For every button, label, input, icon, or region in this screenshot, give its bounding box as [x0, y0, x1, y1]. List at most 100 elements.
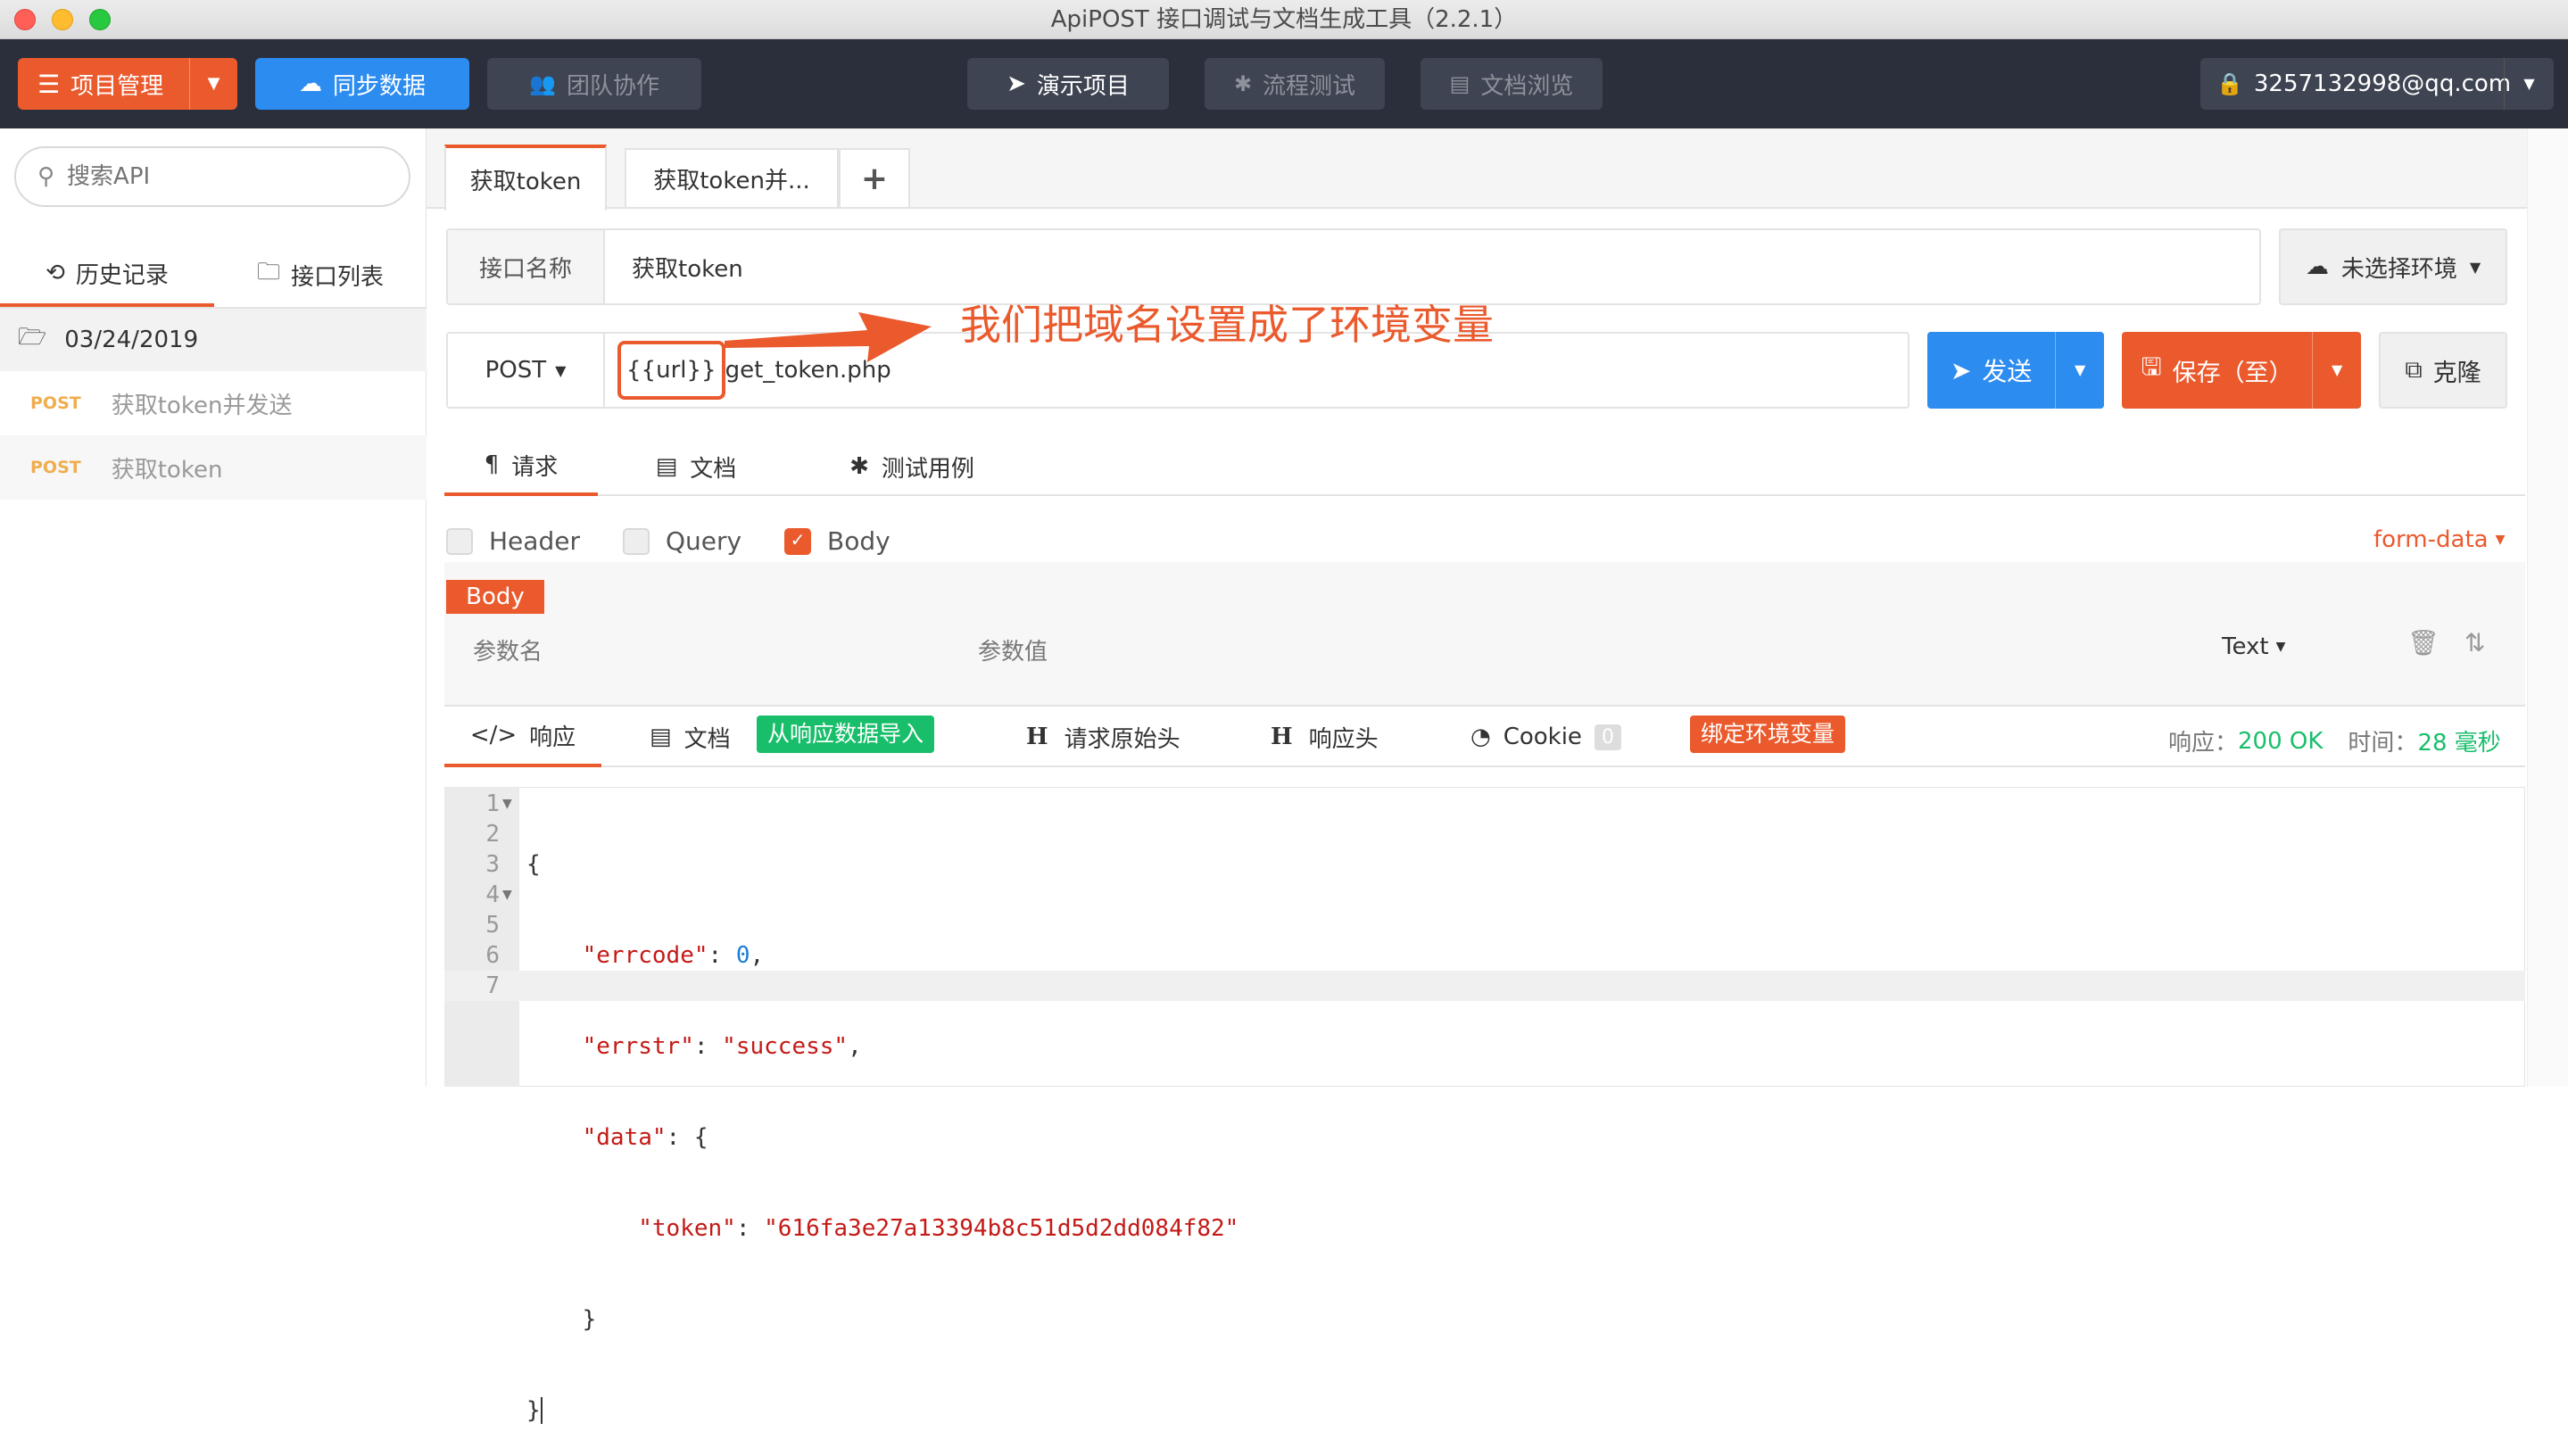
status-value: 200 OK [2238, 727, 2324, 755]
document-icon: ▤ [1449, 71, 1470, 96]
scrollbar[interactable] [2527, 128, 2568, 1087]
header-label: Header [489, 526, 580, 556]
code-line: } [526, 1304, 1238, 1335]
tab-test-cases-label: 测试用例 [881, 455, 974, 483]
form-type-select[interactable]: form-data ▼ [2373, 526, 2505, 553]
tab-api-list-label: 接口列表 [291, 263, 385, 291]
tab-doc[interactable]: ▤ 文档 [625, 437, 767, 496]
tab-response-doc[interactable]: ▤ 文档 [650, 707, 731, 767]
bind-env-variable-button[interactable]: 绑定环境变量 [1690, 716, 1846, 753]
tab-response[interactable]: </> 响应 [444, 707, 601, 767]
trash-icon[interactable]: 🗑 [2407, 628, 2440, 658]
tab-get-token[interactable]: 获取token [444, 145, 607, 211]
time-label: 时间： [2348, 730, 2418, 757]
demo-project-label: 演示项目 [1036, 72, 1130, 100]
tab-request[interactable]: ¶ 请求 [444, 437, 598, 496]
tab-test-cases[interactable]: ✱ 测试用例 [814, 437, 1010, 496]
api-name-input[interactable] [630, 252, 2150, 281]
search-box[interactable]: ⚲ [14, 146, 410, 207]
import-from-response-button[interactable]: 从响应数据导入 [757, 716, 935, 753]
api-name: 获取token并发送 [111, 392, 293, 419]
body-checkbox[interactable]: ✓ [784, 527, 812, 555]
top-navbar: ☰ 项目管理 ▼ ☁ 同步数据 👥 团队协作 ➤ 演示项目 ✱ 流程测试 ▤ 文… [0, 39, 2568, 128]
query-checkbox[interactable] [622, 527, 650, 555]
date-group[interactable]: 🗁 03/24/2019 [0, 309, 427, 371]
caret-down-icon[interactable]: ▼ [2504, 58, 2554, 110]
method-badge: POST [30, 393, 81, 413]
search-input[interactable] [65, 162, 391, 191]
line-numbers: 1 2 3 4 5 6 7 [444, 789, 500, 1001]
caret-down-icon[interactable]: ▼ [2312, 332, 2361, 409]
value-type-label: Text [2222, 633, 2269, 660]
line-number: 3 [485, 851, 500, 878]
json-string: "success" [722, 1033, 849, 1060]
method-select[interactable]: POST ▼ [448, 334, 605, 407]
send-button[interactable]: ➤ 发送 ▼ [1927, 332, 2104, 409]
sync-data-label: 同步数据 [332, 72, 426, 100]
tab-response-header[interactable]: H 响应头 [1271, 707, 1379, 767]
users-icon: 👥 [529, 71, 556, 96]
code-line: } [526, 1395, 1238, 1426]
caret-down-icon[interactable]: ▼ [2055, 332, 2104, 409]
tab-response-label: 响应 [529, 724, 576, 751]
tab-response-header-label: 响应头 [1308, 725, 1379, 753]
send-icon: ➤ [1006, 70, 1026, 97]
tab-history-label: 历史记录 [75, 261, 169, 289]
lock-icon: 🔒 [2216, 71, 2243, 96]
code-line: "errcode": 0, [582, 942, 765, 969]
team-collab-button[interactable]: 👥 团队协作 [487, 58, 701, 110]
tab-raw-request-header[interactable]: H 请求原始头 [1026, 707, 1180, 767]
save-button[interactable]: 🖫 保存（至） ▼ [2122, 332, 2361, 409]
tab-api-list[interactable]: 🗀 接口列表 [214, 243, 427, 307]
value-type-select[interactable]: Text ▼ [2222, 633, 2285, 660]
sync-data-button[interactable]: ☁ 同步数据 [255, 58, 469, 110]
url-variable-highlight: {{url}} [617, 341, 725, 400]
fold-icon[interactable]: ▼ [502, 888, 512, 902]
cloud-upload-icon: ☁ [298, 70, 322, 97]
param-name-header: 参数名 [473, 639, 543, 666]
caret-down-icon: ▼ [2275, 640, 2286, 654]
plus-icon: + [860, 160, 889, 197]
list-item[interactable]: POST 获取token [0, 435, 427, 500]
clone-button[interactable]: ⧉ 克隆 [2379, 332, 2507, 409]
dashboard-icon: ◔ [1470, 724, 1491, 750]
param-value-header: 参数值 [978, 639, 1048, 666]
title-bar: ApiPOST 接口调试与文档生成工具（2.2.1） [0, 0, 2568, 39]
method-badge: POST [30, 458, 81, 477]
list-item[interactable]: POST 获取token并发送 [0, 371, 427, 435]
project-management-button[interactable]: ☰ 项目管理 ▼ [18, 58, 237, 110]
annotation-text: 我们把域名设置成了环境变量 [960, 301, 1494, 349]
environment-select[interactable]: ☁ 未选择环境 ▼ [2279, 228, 2507, 305]
document-icon: ▤ [650, 724, 672, 750]
flow-test-button[interactable]: ✱ 流程测试 [1205, 58, 1385, 110]
sort-icon[interactable]: ⇅ [2464, 628, 2485, 658]
bug-icon: ✱ [1233, 71, 1253, 96]
history-icon: ⟲ [46, 260, 65, 286]
add-tab-button[interactable]: + [839, 148, 910, 209]
tab-cookie[interactable]: ◔ Cookie 0 [1470, 707, 1621, 767]
code-icon: </> [469, 722, 518, 749]
code-line: { [526, 849, 1238, 880]
demo-project-button[interactable]: ➤ 演示项目 [967, 58, 1169, 110]
save-label: 保存（至） [2172, 359, 2293, 387]
code-line: "errstr": "success", [582, 1033, 862, 1060]
code-line: "data": { [582, 1124, 708, 1151]
tab-history[interactable]: ⟲ 历史记录 [0, 243, 214, 307]
tab-label: 获取token [469, 168, 582, 195]
document-icon: ▤ [655, 453, 678, 480]
query-label: Query [665, 526, 742, 556]
caret-down-icon[interactable]: ▼ [189, 58, 237, 110]
code-line: "token": "616fa3e27a13394b8c51d5d2dd084f… [638, 1215, 1239, 1242]
json-key: "errcode" [582, 942, 708, 969]
tab-get-token-send[interactable]: 获取token并... [625, 148, 839, 209]
brace: { [693, 1124, 708, 1151]
header-checkbox[interactable] [446, 527, 473, 555]
cookie-count-badge: 0 [1594, 724, 1621, 750]
method-label: POST [485, 357, 547, 384]
fold-icon[interactable]: ▼ [502, 797, 512, 811]
window-title: ApiPOST 接口调试与文档生成工具（2.2.1） [1050, 6, 1518, 33]
caret-down-icon: ▼ [555, 361, 567, 379]
doc-browse-button[interactable]: ▤ 文档浏览 [1421, 58, 1603, 110]
doc-browse-label: 文档浏览 [1480, 72, 1574, 100]
user-account-button[interactable]: 🔒 3257132998@qq.com ▼ [2200, 58, 2554, 110]
